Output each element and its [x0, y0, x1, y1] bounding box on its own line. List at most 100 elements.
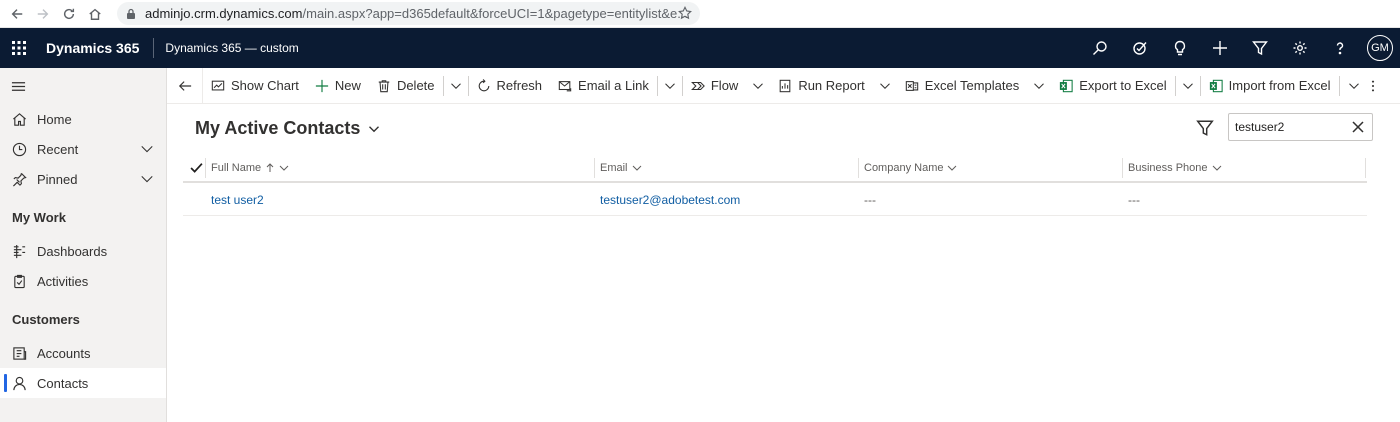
- sidebar-item-label: Contacts: [37, 375, 89, 391]
- sidebar-item-pinned[interactable]: Pinned: [0, 164, 166, 194]
- section-customers: Customers: [12, 312, 80, 327]
- chevron-down-icon: [1034, 82, 1045, 89]
- excel-templates-button[interactable]: Excel Templates: [897, 68, 1027, 104]
- run-report-button[interactable]: Run Report: [770, 68, 872, 104]
- app-launcher-icon[interactable]: [0, 28, 38, 68]
- sidebar-item-home[interactable]: Home: [0, 104, 166, 134]
- forward-arrow-icon[interactable]: [30, 1, 56, 27]
- export-excel-button[interactable]: Export to Excel: [1051, 68, 1174, 104]
- url-path: /main.aspx?app=d365default&forceUCI=1&pa…: [302, 6, 689, 21]
- email-link-button[interactable]: Email a Link: [550, 68, 657, 104]
- view-selector[interactable]: My Active Contacts: [195, 118, 380, 139]
- excel-templates-dropdown[interactable]: [1027, 68, 1051, 104]
- home-icon[interactable]: [82, 1, 108, 27]
- home-icon: [12, 112, 27, 127]
- help-icon[interactable]: [1320, 28, 1360, 68]
- sidebar-item-activities[interactable]: Activities: [0, 266, 166, 296]
- sidebar-item-label: Recent: [37, 141, 79, 157]
- browser-toolbar: adminjo.crm.dynamics.com/main.aspx?app=d…: [0, 0, 1400, 28]
- plus-icon[interactable]: [1200, 28, 1240, 68]
- column-divider: [1122, 158, 1123, 178]
- close-icon[interactable]: [1352, 121, 1364, 133]
- building-icon: [12, 346, 27, 361]
- cell-company: ---: [864, 192, 876, 207]
- column-label: Full Name: [211, 161, 262, 174]
- column-divider: [594, 158, 595, 178]
- show-chart-label: Show Chart: [231, 78, 299, 93]
- column-business-phone[interactable]: Business Phone: [1122, 154, 1366, 181]
- show-chart-button[interactable]: Show Chart: [203, 68, 307, 104]
- sidebar-item-dashboards[interactable]: Dashboards: [0, 236, 166, 266]
- more-commands-dropdown[interactable]: [444, 68, 468, 104]
- chart-icon: [211, 80, 225, 90]
- column-label: Company Name: [864, 161, 944, 174]
- brand-title[interactable]: Dynamics 365: [38, 38, 155, 58]
- email-link-label: Email a Link: [578, 78, 649, 93]
- app-name[interactable]: Dynamics 365 — custom: [154, 41, 298, 55]
- trash-icon: [378, 79, 390, 92]
- gear-icon[interactable]: [1280, 28, 1320, 68]
- column-divider: [858, 158, 859, 178]
- import-excel-dropdown[interactable]: [1340, 68, 1368, 104]
- hamburger-menu-icon[interactable]: [0, 68, 166, 104]
- lightbulb-icon[interactable]: [1160, 28, 1200, 68]
- column-full-name[interactable]: Full Name: [205, 154, 595, 181]
- filter-icon[interactable]: [1196, 119, 1214, 137]
- search-input[interactable]: [1235, 120, 1345, 134]
- export-excel-label: Export to Excel: [1079, 78, 1167, 93]
- chevron-down-icon: [450, 82, 461, 89]
- address-bar[interactable]: adminjo.crm.dynamics.com/main.aspx?app=d…: [117, 2, 700, 25]
- refresh-button[interactable]: Refresh: [469, 68, 551, 104]
- reload-icon[interactable]: [56, 1, 82, 27]
- page-title: My Active Contacts: [195, 118, 361, 138]
- app-header: Dynamics 365 Dynamics 365 — custom GM: [0, 28, 1400, 68]
- search-field[interactable]: [1228, 113, 1373, 141]
- chevron-down-icon[interactable]: [140, 172, 154, 186]
- chevron-down-icon: [664, 82, 675, 89]
- bookmark-star-icon[interactable]: [678, 6, 692, 20]
- flow-label: Flow: [710, 78, 739, 93]
- chevron-down-icon: [1182, 82, 1193, 89]
- task-icon[interactable]: [1120, 28, 1160, 68]
- avatar[interactable]: GM: [1367, 35, 1393, 61]
- excel-icon: [1209, 79, 1223, 92]
- url-host: adminjo.crm.dynamics.com: [145, 6, 303, 21]
- chevron-down-icon[interactable]: [140, 142, 154, 156]
- cell-email[interactable]: testuser2@adobetest.com: [594, 183, 740, 216]
- table-row[interactable]: test user2 testuser2@adobetest.com --- -…: [183, 183, 1367, 216]
- new-button[interactable]: New: [307, 68, 369, 104]
- sidebar-item-recent[interactable]: Recent: [0, 134, 166, 164]
- back-arrow-icon: [178, 80, 191, 91]
- excel-template-icon: [905, 80, 919, 91]
- column-email[interactable]: Email: [594, 154, 858, 181]
- import-excel-label: Import from Excel: [1228, 78, 1331, 93]
- search-icon[interactable]: [1080, 28, 1120, 68]
- flow-button[interactable]: Flow: [683, 68, 746, 104]
- cell-full-name[interactable]: test user2: [205, 183, 264, 216]
- run-report-dropdown[interactable]: [873, 68, 897, 104]
- email-link-dropdown[interactable]: [658, 68, 682, 104]
- sidebar-item-accounts[interactable]: Accounts: [0, 338, 166, 368]
- chevron-down-icon: [879, 82, 890, 89]
- back-button[interactable]: [167, 67, 203, 104]
- grid-header: Full Name Email Company Name Business Ph…: [183, 154, 1367, 183]
- delete-label: Delete: [396, 78, 435, 93]
- sidebar: Home Recent Pinned My Work Dashboards Ac…: [0, 68, 167, 422]
- run-report-label: Run Report: [798, 78, 865, 93]
- back-arrow-icon[interactable]: [4, 1, 30, 27]
- sidebar-item-contacts[interactable]: Contacts: [0, 368, 166, 398]
- import-excel-button[interactable]: Import from Excel: [1201, 68, 1339, 104]
- column-company-name[interactable]: Company Name: [858, 154, 1122, 181]
- flow-dropdown[interactable]: [746, 68, 770, 104]
- sidebar-item-label: Home: [37, 111, 72, 127]
- export-excel-dropdown[interactable]: [1176, 68, 1200, 104]
- excel-templates-label: Excel Templates: [924, 78, 1020, 93]
- more-options-icon[interactable]: [1366, 68, 1380, 104]
- filter-icon[interactable]: [1240, 28, 1280, 68]
- pin-icon: [12, 172, 27, 187]
- sidebar-item-label: Pinned: [37, 171, 78, 187]
- delete-button[interactable]: Delete: [369, 68, 443, 104]
- cell-phone: ---: [1128, 192, 1140, 207]
- chevron-down-icon: [948, 165, 957, 171]
- select-all-checkmark-icon[interactable]: [190, 161, 203, 174]
